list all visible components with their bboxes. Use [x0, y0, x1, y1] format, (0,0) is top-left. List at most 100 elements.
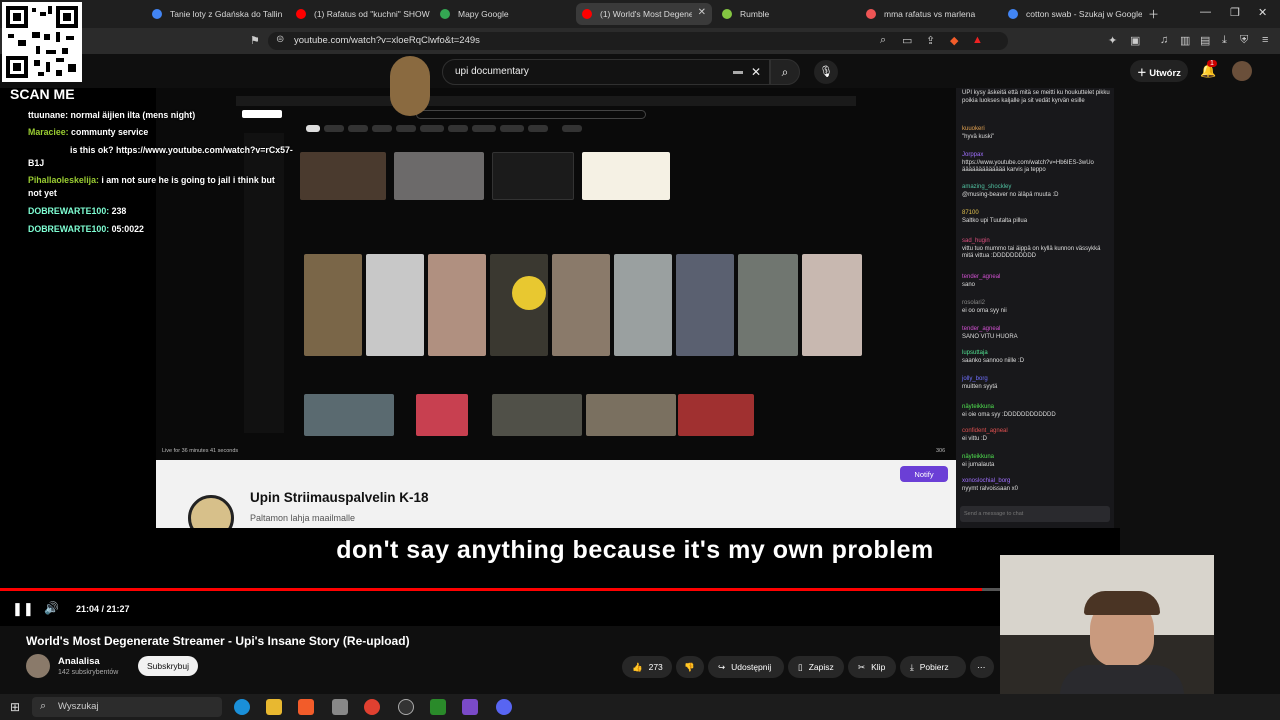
rumble-icon[interactable] — [430, 699, 446, 715]
inner-short-thumbnail — [552, 254, 610, 356]
overlay-chat-line: is this ok? https://www.youtube.com/watc… — [70, 145, 293, 156]
scan-me-label: SCAN ME — [10, 86, 75, 102]
download-button[interactable]: ⤓ Pobierz — [900, 656, 966, 678]
file-explorer-icon[interactable] — [266, 699, 282, 715]
twitch-chat-text: muitten syytä — [962, 383, 998, 390]
app-icon[interactable] — [332, 699, 348, 715]
panel-icon[interactable]: ▥ — [1180, 34, 1190, 47]
channel-name[interactable]: Analalisa — [58, 656, 100, 667]
subscribe-label: Subskrybuj — [146, 661, 190, 671]
browser-tab[interactable]: Rumble — [716, 3, 856, 25]
browser-tab[interactable]: (1) Rafatus od "kuchni" SHOW — [290, 3, 430, 25]
notification-count-badge: 1 — [1207, 60, 1217, 67]
dislike-button[interactable]: 👎 — [676, 656, 704, 678]
taskbar-search[interactable]: ⌕ Wyszukaj — [32, 697, 222, 717]
tab-title: cotton swab - Szukaj w Google — [1026, 9, 1142, 19]
edge-icon[interactable] — [234, 699, 250, 715]
brave-shield-icon[interactable]: ◆ — [950, 34, 958, 47]
microphone-icon: 🎙 — [819, 66, 833, 78]
inner-chip — [448, 125, 468, 132]
inner-chip — [562, 125, 582, 132]
tab-favicon-icon — [866, 9, 876, 19]
create-button[interactable]: ＋ Utwórz — [1130, 60, 1188, 82]
discord-icon[interactable] — [496, 699, 512, 715]
windows-start-icon[interactable]: ⊞ — [10, 700, 20, 714]
share-icon[interactable]: ⇪ — [926, 34, 935, 47]
media-icon[interactable]: ♫ — [1160, 34, 1168, 46]
volume-icon[interactable]: 🔊 — [44, 601, 59, 615]
inner-short-thumbnail — [802, 254, 862, 356]
subscribe-button[interactable]: Subskrybuj — [138, 656, 198, 676]
overlay-chat-line: not yet — [28, 188, 57, 199]
browser-tab[interactable]: mma rafatus vs marlena — [860, 3, 1000, 25]
inner-chip — [472, 125, 496, 132]
download-icon[interactable]: ⤓ — [1222, 34, 1227, 47]
clip-label: Klip — [871, 662, 886, 672]
twitch-chat-user: lupsuttaja — [962, 350, 988, 356]
tab-favicon-icon — [152, 9, 162, 19]
inner-chip — [348, 125, 368, 132]
search-query: upi documentary — [455, 66, 529, 77]
channel-avatar[interactable] — [26, 654, 50, 678]
install-icon[interactable]: ▭ — [902, 34, 912, 47]
restore-icon[interactable]: ❐ — [1230, 6, 1240, 19]
inner-live-duration: Live for 36 minutes 41 seconds — [162, 448, 239, 454]
video-title: World's Most Degenerate Streamer - Upi's… — [26, 634, 410, 648]
tab-favicon-icon — [582, 9, 592, 19]
browser-tab[interactable]: cotton swab - Szukaj w Google — [1002, 3, 1142, 25]
chrome-icon[interactable] — [364, 699, 380, 715]
minimize-icon[interactable]: — — [1200, 6, 1211, 18]
app-icon[interactable] — [462, 699, 478, 715]
new-tab-icon[interactable]: ＋ — [1148, 6, 1159, 22]
search-button[interactable]: ⌕ — [770, 59, 800, 85]
extensions-icon[interactable]: ✦ — [1108, 34, 1117, 47]
vpn-icon[interactable]: ⛨ — [1240, 34, 1248, 47]
pause-icon[interactable]: ❚❚ — [12, 601, 34, 617]
search-input[interactable]: upi documentary ▬ ✕ — [442, 59, 770, 85]
browser-tab[interactable]: Tanie loty z Gdańska do Tallin — [146, 3, 286, 25]
zoom-icon[interactable]: ⌕ — [880, 34, 886, 47]
obs-icon[interactable] — [398, 699, 414, 715]
share-label: Udostępnij — [731, 662, 772, 672]
like-button[interactable]: 👍 273 — [622, 656, 672, 678]
close-window-icon[interactable]: ✕ — [1258, 6, 1267, 19]
qr-code — [2, 2, 82, 82]
twitch-chat-message: confident_agneal ei vittu :D — [962, 428, 1110, 443]
voice-search-button[interactable]: 🎙 — [814, 60, 838, 84]
clip-button[interactable]: ✂ Klip — [848, 656, 896, 678]
browser-tab[interactable]: Mapy Google — [434, 3, 572, 25]
brave-icon[interactable] — [298, 699, 314, 715]
save-label: Zapisz — [808, 662, 834, 672]
share-button[interactable]: ↪ Udostępnij — [708, 656, 784, 678]
more-icon: ⋯ — [977, 661, 986, 672]
url-field[interactable]: ⊜ youtube.com/watch?v=xloeRqClwfo&t=249s — [268, 32, 1008, 50]
browser-tab-active[interactable]: (1) World's Most Degene ✕ — [576, 3, 712, 25]
twitch-chat-user: 87100 — [962, 210, 979, 216]
twitch-chat-user: näyteikkuna — [962, 404, 995, 410]
site-info-icon[interactable]: ⊜ — [276, 34, 284, 45]
twitch-chat-message: näyteikkuna ei oie oma syy :DDDDDDDDDDDD — [962, 404, 1110, 419]
wallet-icon[interactable]: ▤ — [1200, 34, 1210, 47]
keyboard-icon[interactable]: ▬ — [733, 66, 743, 77]
overlay-chat-line: DOBREWARTE100: 05:0022 — [28, 224, 144, 235]
overlay-chat-text: communty service — [71, 127, 149, 137]
sidebar-icon[interactable]: ▣ — [1130, 34, 1140, 47]
more-actions-button[interactable]: ⋯ — [970, 656, 994, 678]
account-avatar[interactable] — [1232, 61, 1252, 81]
stream-chat-overlay: ttuunane: normal äijien ilta (mens night… — [0, 106, 310, 238]
overlay-chat-user: DOBREWARTE100: — [28, 224, 110, 234]
close-tab-icon[interactable]: ✕ — [698, 7, 706, 18]
brave-rewards-icon[interactable]: ▲ — [972, 34, 983, 46]
inner-video-thumbnail — [492, 152, 574, 200]
bookmark-icon[interactable]: ⚑ — [250, 34, 260, 47]
clear-search-icon[interactable]: ✕ — [751, 65, 761, 79]
overlay-chat-line: Pihallaoleskelija: i am not sure he is g… — [28, 175, 275, 186]
twitch-chat-message: Jorppax https://www.youtube.com/watch?v=H… — [962, 152, 1110, 175]
menu-icon[interactable]: ≡ — [1262, 34, 1268, 46]
save-button[interactable]: ▯ Zapisz — [788, 656, 844, 678]
hamster-sticker — [390, 56, 430, 116]
tab-favicon-icon — [722, 9, 732, 19]
download-arrow-icon: ⤓ — [910, 661, 914, 672]
inner-channel-name: Upin Striimauspalvelin K-18 — [250, 490, 429, 505]
overlay-chat-text: not yet — [28, 188, 57, 198]
